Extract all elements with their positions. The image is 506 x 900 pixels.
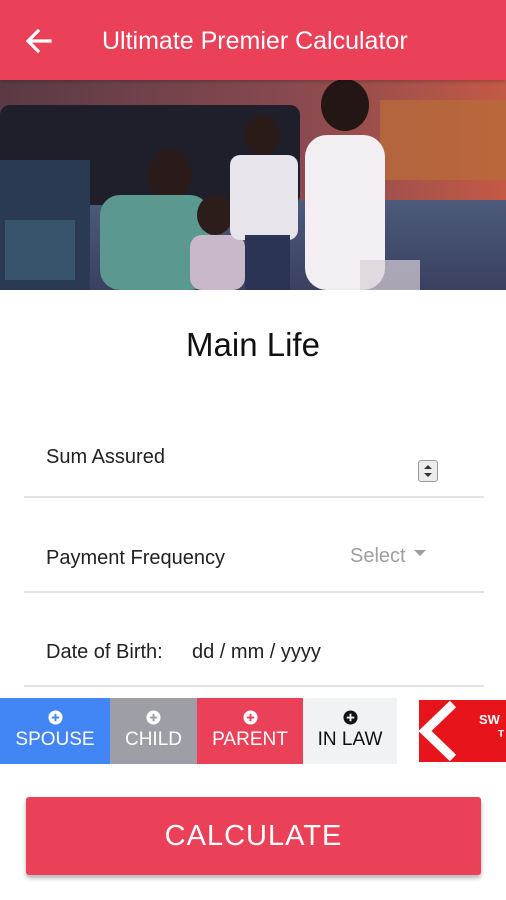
sum-assured-field[interactable]: Sum Assured (24, 420, 484, 498)
section-heading: Main Life (186, 326, 320, 363)
logo-text-2: T (498, 729, 504, 740)
chevron-down-icon (414, 550, 427, 556)
date-of-birth-label: Date of Birth: (46, 641, 163, 663)
page-title: Ultimate Premier Calculator (102, 27, 408, 55)
spouse-label: SPOUSE (15, 729, 95, 750)
plus-circle-icon (146, 710, 161, 725)
add-child-button[interactable]: CHILD (110, 698, 197, 764)
date-of-birth-field: Date of Birth: dd / mm / yyyy (24, 615, 484, 687)
child-label: CHILD (124, 729, 182, 750)
plus-circle-icon (342, 710, 358, 725)
logo-text-1: SW (479, 712, 501, 727)
plus-circle-icon (47, 710, 63, 725)
payment-frequency-label: Payment Frequency (46, 547, 225, 569)
plus-circle-icon (242, 710, 258, 725)
add-in-law-button[interactable]: IN LAW (303, 698, 397, 764)
select-value: Select (350, 545, 406, 567)
parent-label: PARENT (212, 729, 288, 750)
payment-frequency-field: Payment Frequency Select (24, 520, 484, 593)
date-of-birth-input[interactable]: dd / mm / yyyy (192, 641, 321, 664)
app-bar: Ultimate Premier Calculator (0, 0, 506, 80)
payment-frequency-select[interactable]: Select (350, 545, 427, 568)
calculate-button[interactable]: CALCULATE (26, 797, 481, 875)
arrow-left-icon[interactable] (24, 26, 54, 56)
hero-image (0, 80, 506, 290)
in-law-label: IN LAW (317, 729, 383, 750)
add-parent-button[interactable]: PARENT (197, 698, 303, 764)
sum-assured-label: Sum Assured (46, 446, 165, 468)
add-spouse-button[interactable]: SPOUSE (0, 698, 110, 764)
company-logo: SW T (419, 700, 506, 762)
spinner-icon[interactable] (418, 460, 438, 482)
